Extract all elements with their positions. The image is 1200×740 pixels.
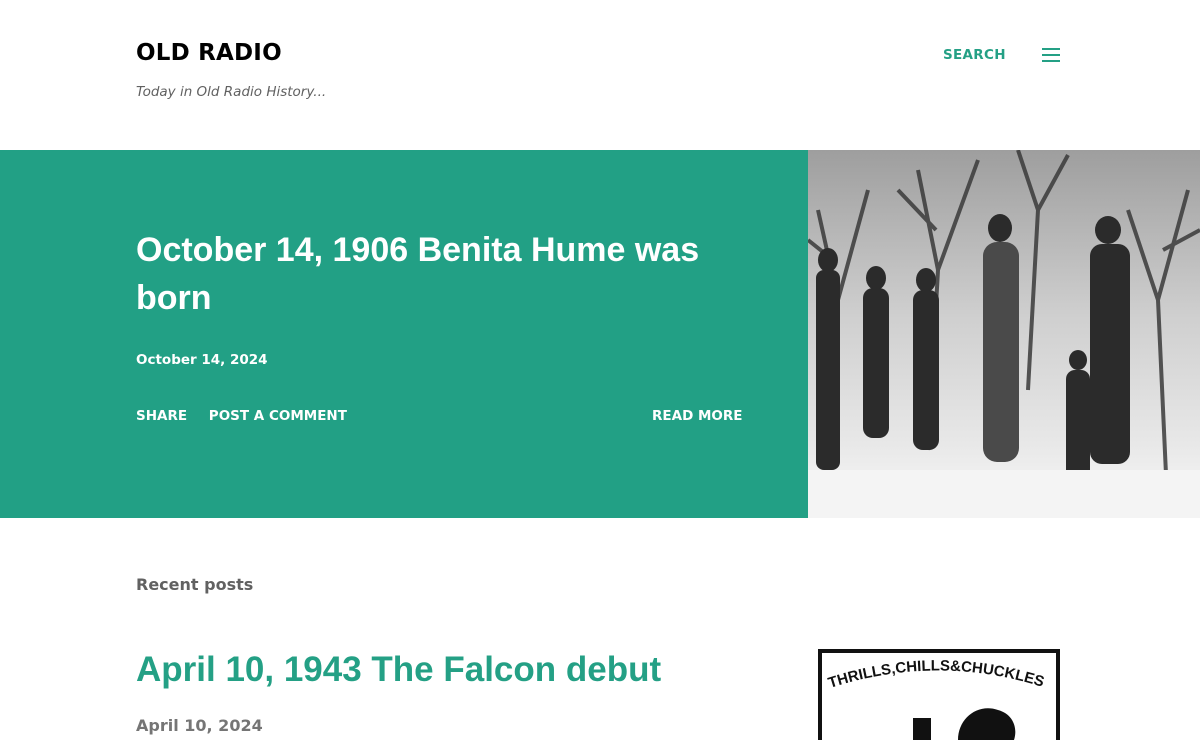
- share-button[interactable]: SHARE: [136, 408, 187, 424]
- post-thumbnail[interactable]: THRILLS,CHILLS&CHUCKLES: [818, 648, 1060, 740]
- read-more-link[interactable]: READ MORE: [652, 408, 743, 424]
- featured-post-panel: October 14, 1906 Benita Hume was born Oc…: [0, 150, 808, 518]
- featured-post-actions: SHARE POST A COMMENT: [136, 408, 364, 424]
- post-date[interactable]: April 10, 2024: [136, 716, 263, 735]
- search-button[interactable]: SEARCH: [943, 47, 1006, 63]
- featured-post: October 14, 1906 Benita Hume was born Oc…: [0, 150, 1200, 518]
- featured-post-title[interactable]: October 14, 1906 Benita Hume was born: [136, 226, 736, 322]
- site-header: OLD RADIO Today in Old Radio History... …: [0, 0, 1200, 150]
- hamburger-menu-icon[interactable]: [1042, 48, 1062, 64]
- featured-post-image[interactable]: [808, 150, 1200, 518]
- post-title-link[interactable]: April 10, 1943 The Falcon debut: [136, 650, 661, 690]
- featured-post-date[interactable]: October 14, 2024: [136, 352, 268, 368]
- recent-posts-heading: Recent posts: [136, 575, 254, 594]
- post-comment-button[interactable]: POST A COMMENT: [209, 408, 347, 424]
- site-tagline: Today in Old Radio History...: [136, 84, 327, 100]
- site-title-link[interactable]: OLD RADIO: [136, 40, 282, 66]
